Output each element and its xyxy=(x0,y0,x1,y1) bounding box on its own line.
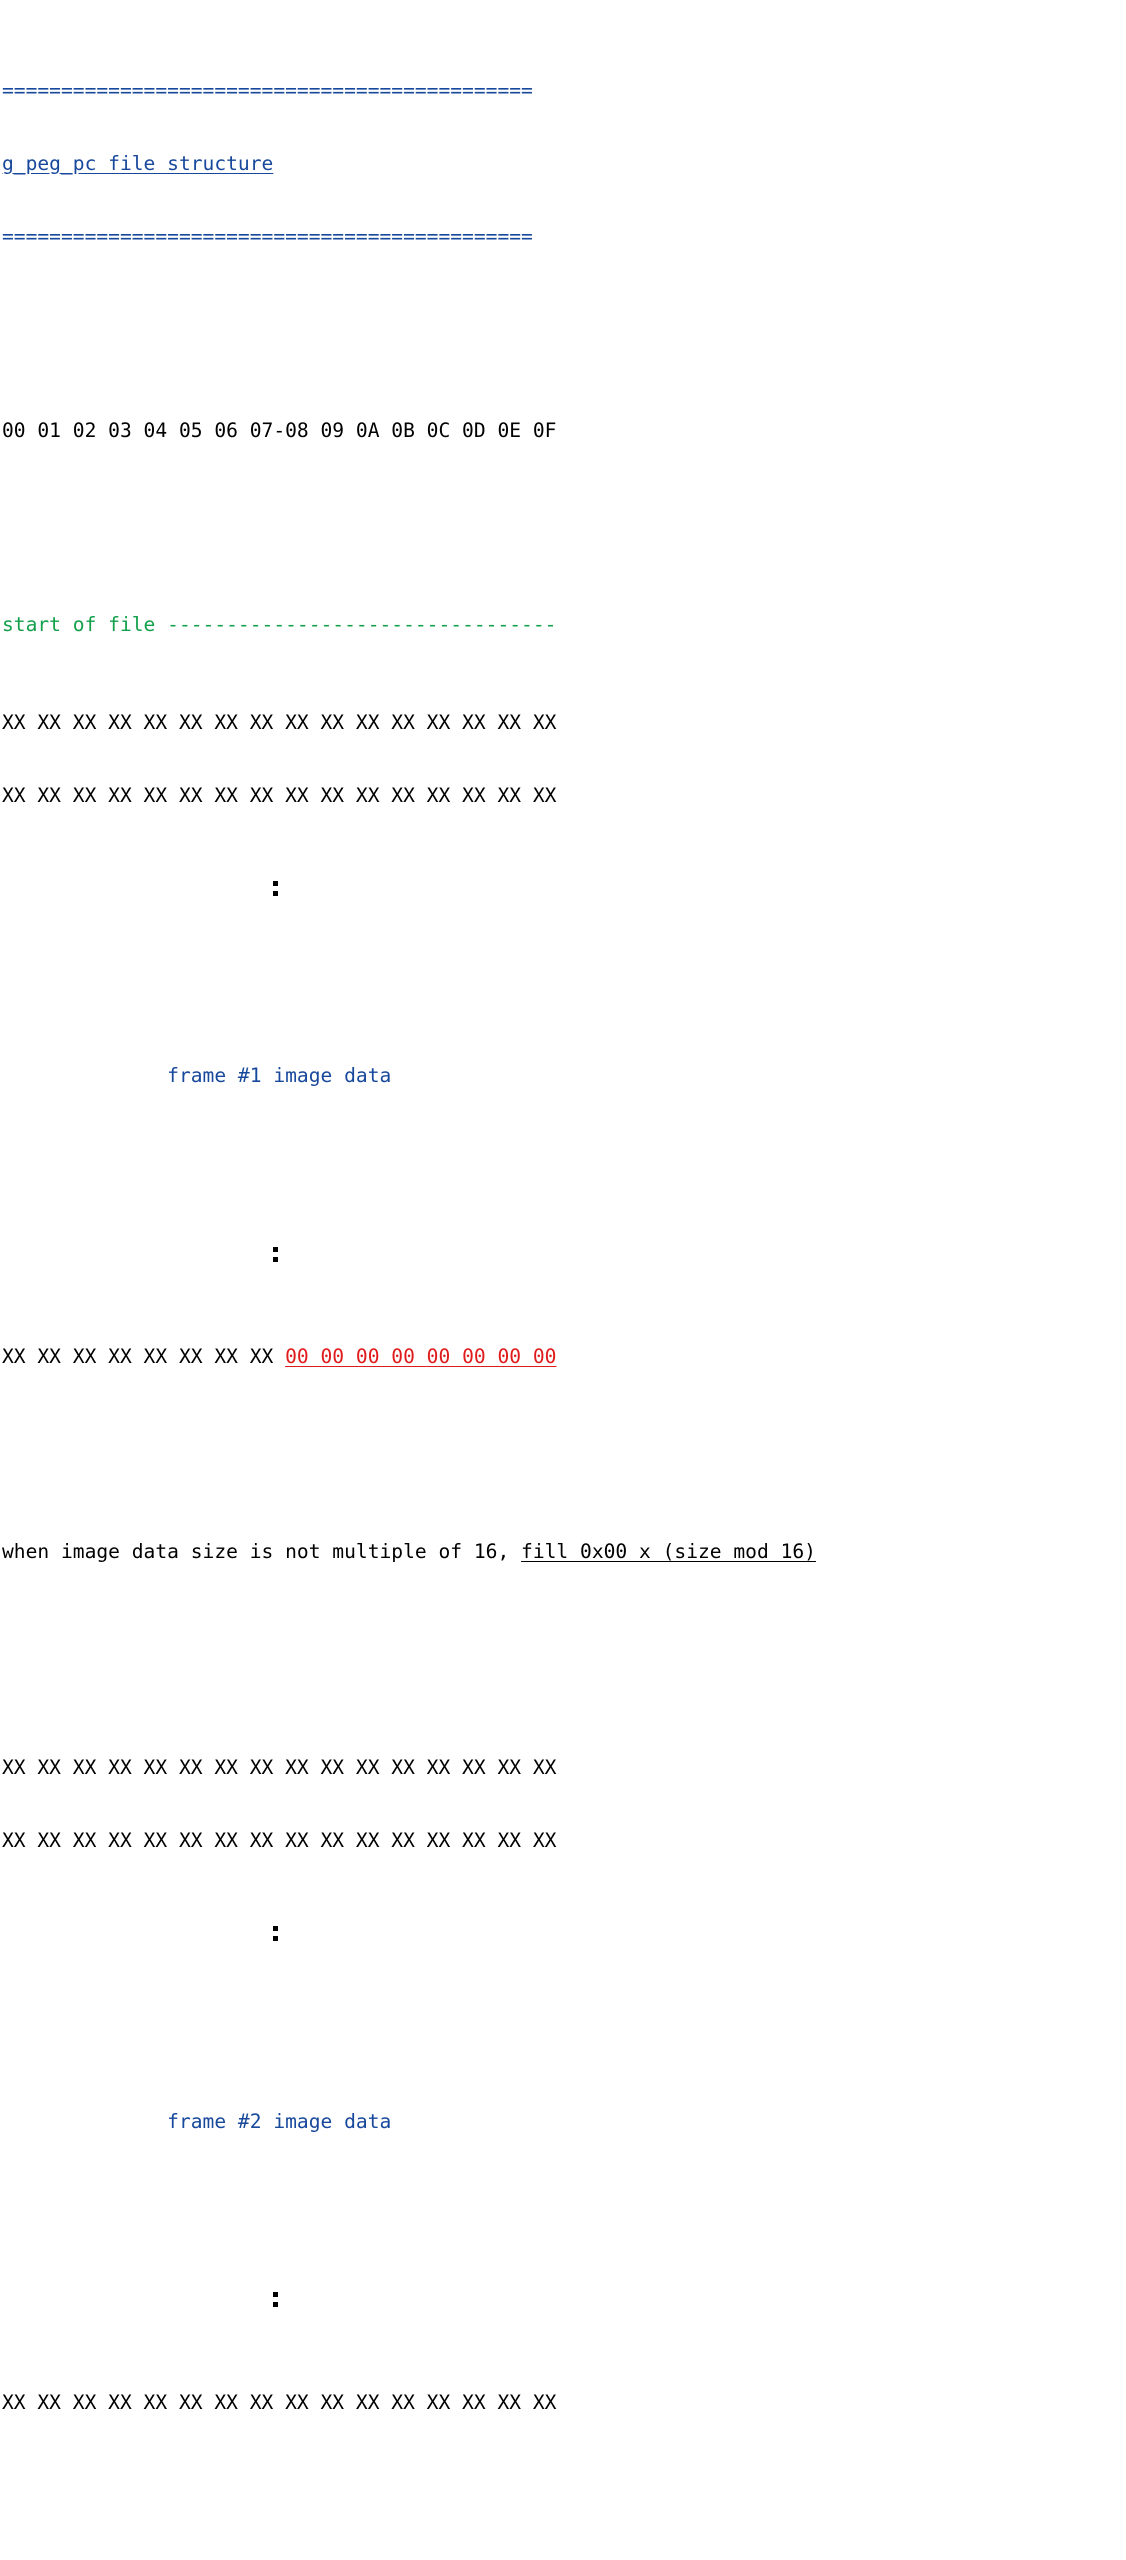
note-not-multiple-emphasis: fill 0x00 x (size mod 16) xyxy=(521,1539,816,1563)
ellipsis-indent xyxy=(2,1241,273,1264)
frame-2-label-row: frame #2 image data xyxy=(2,2110,1126,2134)
vertical-ellipsis-row xyxy=(2,2291,1126,2318)
start-of-file-label: start of file xyxy=(2,613,168,637)
frame-2-indent xyxy=(2,2110,167,2133)
note-not-multiple-row: when image data size is not multiple of … xyxy=(2,1540,1126,1564)
note-not-multiple-prefix: when image data size is not multiple of … xyxy=(2,1539,522,1563)
frame-1-indent xyxy=(2,1064,167,1087)
hex-row-with-zero-fill: XX XX XX XX XX XX XX XX 00 00 00 00 00 0… xyxy=(2,1345,1126,1369)
vertical-ellipsis-row xyxy=(2,1925,1126,1952)
spacer-before-note-1 xyxy=(2,1443,1126,1467)
hex-row-left-half: XX XX XX XX XX XX XX XX xyxy=(2,1345,286,1369)
vertical-ellipsis-icon xyxy=(273,2291,279,2312)
start-of-file-dashes: --------------------------------- xyxy=(167,613,557,637)
heading-rule-top: ========================================… xyxy=(2,78,533,102)
hex-row: XX XX XX XX XX XX XX XX XX XX XX XX XX X… xyxy=(2,1755,557,1779)
vertical-ellipsis-icon xyxy=(273,1925,279,1946)
vertical-ellipsis-icon xyxy=(273,880,279,901)
spacer-before-note-2 xyxy=(2,2488,1126,2512)
hex-row: XX XX XX XX XX XX XX XX XX XX XX XX XX X… xyxy=(2,783,557,807)
spacer-frame1-bottom xyxy=(2,1162,1126,1174)
ellipsis-indent xyxy=(2,875,273,898)
hex-row: XX XX XX XX XX XX XX XX XX XX XX XX XX X… xyxy=(2,710,557,734)
spacer-frame2-top xyxy=(2,2025,1126,2037)
spacer-frame2-bottom xyxy=(2,2207,1126,2219)
offset-header-row: 00 01 02 03 04 05 06 07-08 09 0A 0B 0C 0… xyxy=(2,419,557,443)
heading-rule-bottom: ========================================… xyxy=(2,224,533,248)
spacer-after-heading xyxy=(2,322,1126,346)
frame-1-label: frame #1 image data xyxy=(167,1064,392,1088)
vertical-ellipsis-row xyxy=(2,1246,1126,1273)
frame-2-label: frame #2 image data xyxy=(167,2109,392,2133)
zero-fill-highlight: 00 00 00 00 00 00 00 00 xyxy=(285,1345,557,1369)
ellipsis-indent xyxy=(2,2286,273,2309)
vertical-ellipsis-row xyxy=(2,880,1126,907)
frame-1-label-row: frame #1 image data xyxy=(2,1064,1126,1088)
spacer-frame1-top xyxy=(2,980,1126,992)
spacer-before-sof xyxy=(2,516,1126,540)
ellipsis-indent xyxy=(2,1920,273,1943)
hex-row: XX XX XX XX XX XX XX XX XX XX XX XX XX X… xyxy=(2,1828,557,1852)
start-of-file-marker: start of file --------------------------… xyxy=(2,613,1126,637)
spacer-between-frame1-frame2 xyxy=(2,1637,1126,1683)
hex-row: XX XX XX XX XX XX XX XX XX XX XX XX XX X… xyxy=(2,2390,557,2414)
document-body: ========================================… xyxy=(0,0,1126,2560)
page-title: g_peg_pc file structure xyxy=(2,151,274,175)
vertical-ellipsis-icon xyxy=(273,1246,279,1267)
